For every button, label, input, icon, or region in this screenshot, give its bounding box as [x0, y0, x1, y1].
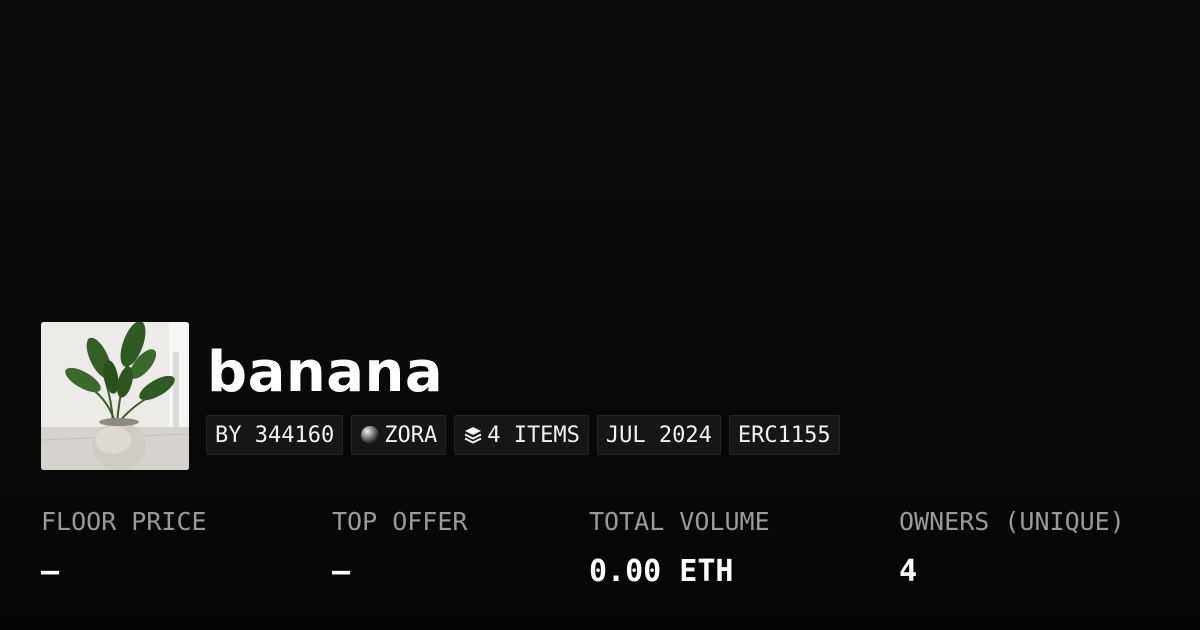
total-volume-label: TOTAL VOLUME [589, 507, 770, 536]
floor-price-value: – [41, 554, 60, 589]
creator-tag[interactable]: BY 344160 [206, 415, 344, 455]
network-tag[interactable]: ZORA [351, 415, 447, 455]
standard-tag: ERC1155 [728, 415, 840, 455]
total-volume-value: 0.00 ETH [589, 554, 734, 589]
owners-stat: OWNERS (UNIQUE) 4 [899, 505, 1125, 589]
owners-label: OWNERS (UNIQUE) [899, 507, 1125, 536]
layers-icon [463, 425, 483, 445]
top-offer-value: – [332, 554, 351, 589]
date-tag: JUL 2024 [596, 415, 721, 455]
top-offer-label: TOP OFFER [332, 507, 468, 536]
potted-plant-image [41, 322, 189, 470]
collection-title: banana [207, 340, 444, 405]
total-volume-stat: TOTAL VOLUME 0.00 ETH [589, 505, 770, 589]
collection-thumbnail [41, 322, 189, 470]
network-label: ZORA [384, 422, 438, 448]
standard-label: ERC1155 [737, 422, 831, 448]
top-offer-stat: TOP OFFER – [332, 505, 467, 589]
date-label: JUL 2024 [605, 422, 712, 448]
collection-tags: BY 344160 ZORA 4 ITEMS JUL 2024 ERC1155 [206, 415, 840, 455]
items-label: 4 ITEMS [487, 422, 580, 448]
items-tag[interactable]: 4 ITEMS [454, 415, 589, 455]
floor-price-label: FLOOR PRICE [41, 507, 207, 536]
floor-price-stat: FLOOR PRICE – [41, 505, 207, 589]
creator-label: BY 344160 [215, 422, 335, 448]
zora-orb-icon [360, 425, 380, 445]
owners-value: 4 [899, 554, 918, 589]
